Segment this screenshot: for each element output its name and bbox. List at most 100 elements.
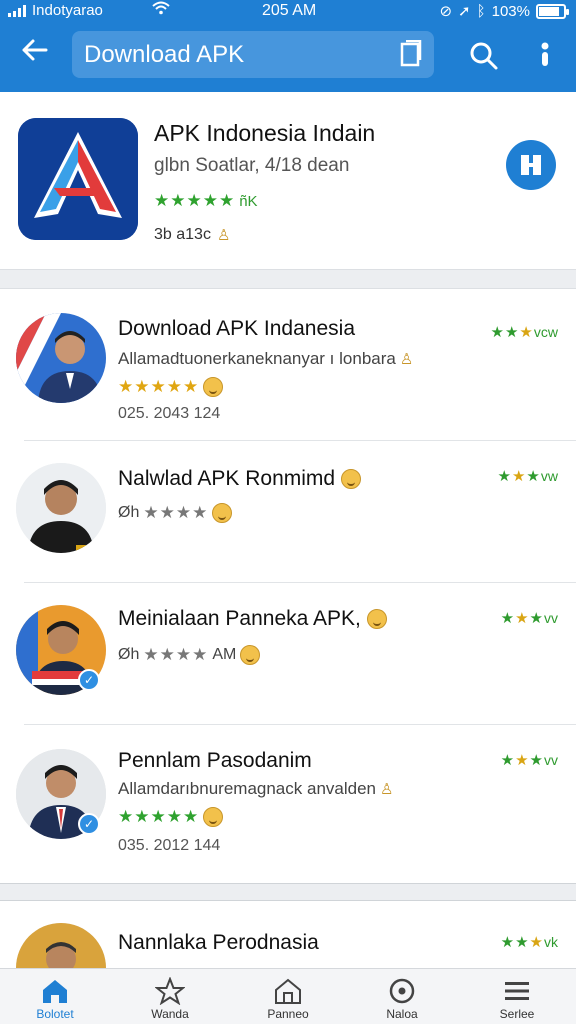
star-icon: ★ bbox=[526, 468, 540, 485]
item-meta: 025. 2043 124 bbox=[118, 405, 221, 422]
nav-label: Naloa bbox=[386, 1007, 418, 1021]
wifi-icon bbox=[152, 1, 170, 19]
star-icon: ★ bbox=[515, 610, 529, 627]
clock: 205 AM bbox=[262, 2, 317, 19]
star-icon: ★ bbox=[497, 468, 511, 485]
star-icon bbox=[155, 977, 185, 1005]
rating-label: ñK bbox=[239, 192, 258, 210]
verified-icon: ✓ bbox=[78, 669, 100, 691]
item-suffix: AM bbox=[212, 646, 237, 663]
item-subtitle: Allamdarıbnuremagnack anvalden ♙ bbox=[118, 779, 393, 799]
emoji-icon bbox=[203, 807, 224, 827]
thumbs-icon: ♙ bbox=[216, 227, 231, 244]
star-icon: ★ bbox=[519, 324, 533, 341]
star-icon: ★ bbox=[504, 324, 519, 341]
back-button[interactable] bbox=[14, 36, 54, 72]
list-item[interactable]: Nalwlad APK Ronmimd Øh ★★★★ ★ ★ ★ vw bbox=[0, 441, 576, 583]
nav-label: Bolotet bbox=[36, 1007, 74, 1021]
app-developer: glbn Soatlar, 4/18 dean bbox=[154, 155, 350, 176]
item-title: Nannlaka Perodnasia bbox=[118, 931, 319, 954]
item-rating: Øh ★★★★ AM bbox=[118, 645, 261, 665]
app-meta-text: 3b a13c bbox=[154, 226, 211, 243]
item-rating-badge: ★ ★ ★ vw bbox=[498, 467, 558, 485]
menu-icon bbox=[505, 982, 529, 1000]
document-icon[interactable] bbox=[398, 40, 424, 68]
rating-stars-icon: ★★★★★ bbox=[154, 191, 236, 210]
search-field[interactable]: Download APK bbox=[72, 31, 434, 78]
list-item[interactable]: ✓ Pennlam Pasodanim Allamdarıbnuremagnac… bbox=[0, 725, 576, 885]
rating-stars-icon: ★★★★ bbox=[143, 645, 209, 664]
nav-item-wanda[interactable]: Wanda bbox=[115, 969, 225, 1024]
status-right: ⊘ ➚ ᛒ 103% bbox=[439, 2, 569, 20]
avatar bbox=[16, 463, 106, 553]
install-button[interactable] bbox=[506, 140, 556, 190]
featured-app-card[interactable]: APK Indonesia Indain glbn Soatlar, 4/18 … bbox=[0, 92, 576, 270]
star-icon: ★ bbox=[511, 468, 526, 485]
signal-icon bbox=[8, 4, 26, 17]
battery-icon bbox=[536, 3, 569, 19]
rating-stars-icon: ★★★★ bbox=[143, 503, 209, 522]
install-icon bbox=[521, 155, 541, 175]
star-icon: ★ bbox=[500, 610, 515, 627]
rating-badge-label: vw bbox=[540, 468, 558, 484]
item-rating-badge: ★ ★ ★ vv bbox=[501, 609, 558, 627]
nav-label: Wanda bbox=[151, 1007, 189, 1021]
nav-label: Serlee bbox=[499, 1007, 535, 1021]
arrow-left-icon bbox=[22, 39, 48, 61]
emoji-icon bbox=[366, 609, 387, 630]
thumbs-icon: ♙ bbox=[380, 781, 394, 798]
avatar bbox=[16, 313, 106, 403]
item-rating: Øh ★★★★ bbox=[118, 503, 233, 523]
emoji-icon bbox=[340, 469, 361, 490]
app-rating: ★★★★★ ñK bbox=[154, 191, 258, 211]
navigation-icon: ➚ bbox=[458, 3, 471, 20]
compass-icon bbox=[389, 978, 415, 1004]
emoji-icon bbox=[212, 503, 233, 523]
more-vertical-icon bbox=[541, 42, 549, 66]
item-rating-badge: ★ ★ ★ vk bbox=[501, 933, 558, 951]
more-button[interactable] bbox=[530, 38, 560, 74]
item-title: Meinialaan Panneka APK, bbox=[118, 607, 387, 631]
home-icon bbox=[43, 980, 67, 1003]
item-subtitle: Allamadtuonerkaneknanyar ı lonbara ♙ bbox=[118, 349, 413, 369]
star-icon: ★ bbox=[529, 752, 543, 769]
house-outline-icon bbox=[275, 978, 301, 1004]
verified-icon: ✓ bbox=[78, 813, 100, 835]
emoji-icon bbox=[203, 377, 224, 397]
rating-badge-label: vv bbox=[544, 610, 558, 626]
nav-item-naloa[interactable]: Naloa bbox=[347, 969, 457, 1024]
item-title: Nalwlad APK Ronmimd bbox=[118, 467, 361, 491]
thumbs-icon: ♙ bbox=[399, 351, 414, 368]
search-icon bbox=[470, 42, 498, 70]
bottom-navigation: Bolotet Wanda Panneo Naloa Serlee bbox=[0, 968, 576, 1024]
star-icon: ★ bbox=[500, 752, 515, 769]
item-title-text: Nalwlad APK Ronmimd bbox=[118, 467, 336, 490]
nav-item-panneo[interactable]: Panneo bbox=[233, 969, 343, 1024]
item-rating: ★★★★★ bbox=[118, 807, 224, 827]
item-title-text: Meinialaan Panneka APK, bbox=[118, 607, 361, 630]
star-icon: ★ bbox=[500, 934, 515, 951]
carrier-name: Indotyarao bbox=[32, 2, 103, 19]
nav-item-serlee[interactable]: Serlee bbox=[462, 969, 572, 1024]
rating-badge-label: vv bbox=[544, 752, 558, 768]
item-title: Download APK Indanesia bbox=[118, 317, 355, 340]
battery-percent: 103% bbox=[491, 2, 530, 20]
item-rating-badge: ★ ★ ★ vcw bbox=[491, 323, 558, 341]
list-item[interactable]: ✓ Meinialaan Panneka APK, Øh ★★★★ AM ★ ★ ★… bbox=[0, 583, 576, 725]
app-name: APK Indonesia Indain bbox=[154, 120, 376, 146]
location-icon: ⊘ bbox=[439, 3, 453, 20]
item-rating-badge: ★ ★ ★ vv bbox=[501, 751, 558, 769]
top-app-bar: Indotyarao 205 AM ⊘ ➚ ᛒ 103% Download AP… bbox=[0, 0, 576, 92]
results-list: Download APK Indanesia Allamadtuonerkane… bbox=[0, 288, 576, 884]
search-button[interactable] bbox=[466, 38, 502, 74]
status-bar: Indotyarao 205 AM ⊘ ➚ ᛒ 103% bbox=[0, 0, 576, 22]
item-prefix: Øh bbox=[118, 646, 140, 663]
list-item[interactable]: Download APK Indanesia Allamadtuonerkane… bbox=[0, 299, 576, 441]
item-rating: ★★★★★ bbox=[118, 377, 224, 397]
item-title: Pennlam Pasodanim bbox=[118, 749, 312, 772]
page-title: Download APK bbox=[84, 41, 245, 68]
rating-badge-label: vk bbox=[544, 934, 558, 950]
nav-item-home[interactable]: Bolotet bbox=[0, 969, 110, 1024]
rating-stars-icon: ★★★★★ bbox=[118, 377, 200, 396]
emoji-icon bbox=[240, 645, 261, 665]
